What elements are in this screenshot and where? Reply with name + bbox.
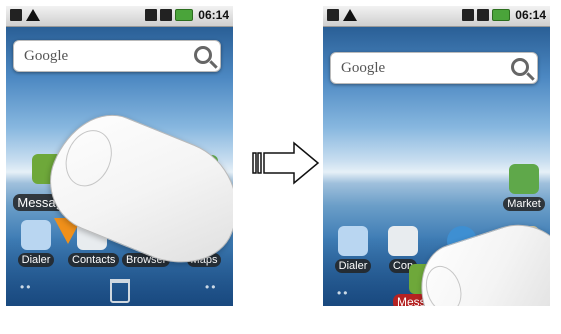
clock: 06:14	[198, 8, 229, 22]
transition-arrow	[252, 141, 322, 185]
search-icon[interactable]	[194, 46, 212, 64]
status-bar: 06:14	[323, 6, 550, 27]
notification-icon	[10, 9, 22, 21]
battery-icon	[175, 9, 194, 21]
notification-icon	[327, 9, 339, 21]
contacts-label: Contacts	[68, 253, 120, 267]
google-search-widget[interactable]: Google	[330, 52, 538, 84]
sim-icon	[462, 9, 475, 21]
trash-icon[interactable]	[110, 279, 130, 303]
right-phone-screen: 06:14 Google Market Dialer Con Messages …	[323, 6, 550, 306]
arrow-right-icon	[252, 141, 320, 185]
warning-icon	[343, 9, 357, 21]
market-label: Market	[503, 197, 545, 211]
search-label: Google	[341, 60, 386, 76]
battery-icon	[492, 9, 511, 21]
contacts-icon	[388, 226, 418, 256]
page-indicator-left: ••	[337, 286, 350, 300]
dock-item-dialer[interactable]: Dialer	[12, 220, 60, 268]
page-indicator-right: ••	[205, 280, 218, 294]
clock: 06:14	[515, 8, 546, 22]
market-app[interactable]: Market	[499, 164, 549, 212]
dialer-label: Dialer	[17, 253, 55, 267]
signal-icon	[477, 9, 490, 21]
left-phone-screen: 06:14 Google Messages Dialer Contacts Br…	[6, 6, 233, 306]
dialer-icon	[338, 226, 368, 256]
signal-icon	[160, 9, 173, 21]
warning-icon	[26, 9, 40, 21]
sim-icon	[145, 9, 158, 21]
google-search-widget[interactable]: Google	[13, 40, 221, 72]
status-bar: 06:14	[6, 6, 233, 27]
dialer-icon	[21, 220, 51, 250]
page-indicator-left: ••	[20, 280, 33, 294]
market-icon	[509, 164, 539, 194]
dock-item-dialer[interactable]: Dialer	[329, 226, 377, 274]
dialer-label: Dialer	[334, 259, 372, 273]
search-icon[interactable]	[511, 58, 529, 76]
search-label: Google	[24, 48, 69, 64]
